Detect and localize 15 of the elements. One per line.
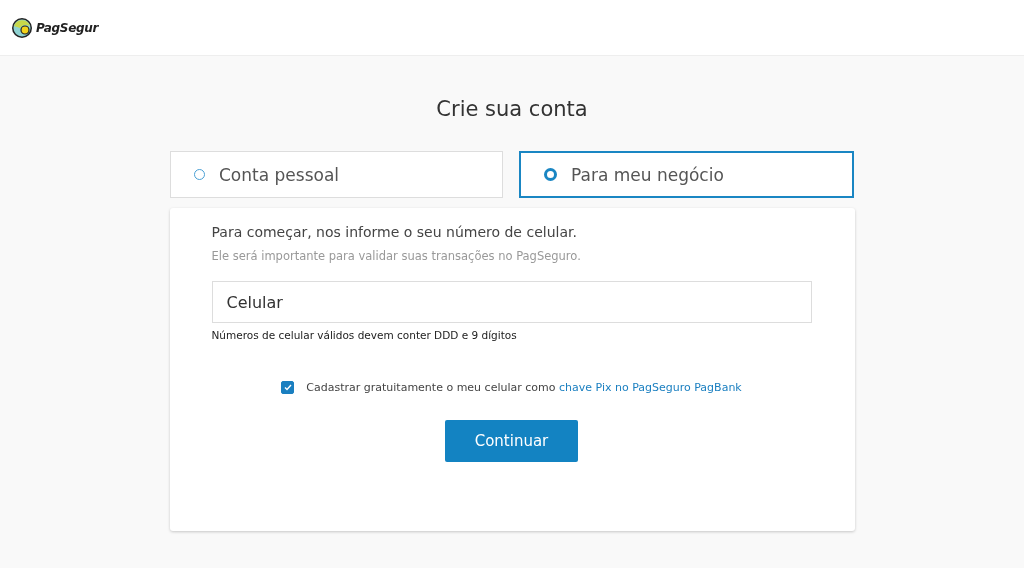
hint-text: Números de celular válidos devem conter DDD e 9 dígitos <box>211 329 518 341</box>
account-type-option[interactable]: Conta pessoal <box>170 151 503 198</box>
continue-button[interactable]: Continuar <box>445 420 578 462</box>
pix-link[interactable]: chave Pix no PagSeguro PagBank <box>558 381 742 394</box>
page-title: Crie sua conta <box>436 97 588 123</box>
radio-button[interactable] <box>544 168 557 181</box>
logo-text: PagSegur <box>36 20 99 35</box>
consent-text: Cadastrar gratuitamente o meu celular como chave Pix no PagSeguro PagBank <box>306 381 742 394</box>
intro-text: Para começar, nos informe o seu número de celular. <box>211 224 578 240</box>
logo-icon <box>11 16 33 39</box>
radio-button[interactable] <box>194 169 205 180</box>
phone-input-field[interactable]: Celular <box>211 281 812 323</box>
account-type-option[interactable]: Para meu negócio <box>519 151 854 198</box>
checkbox[interactable] <box>281 381 295 394</box>
subtitle-text: Ele será importante para validar suas transações no PagSeguro. <box>211 249 582 263</box>
